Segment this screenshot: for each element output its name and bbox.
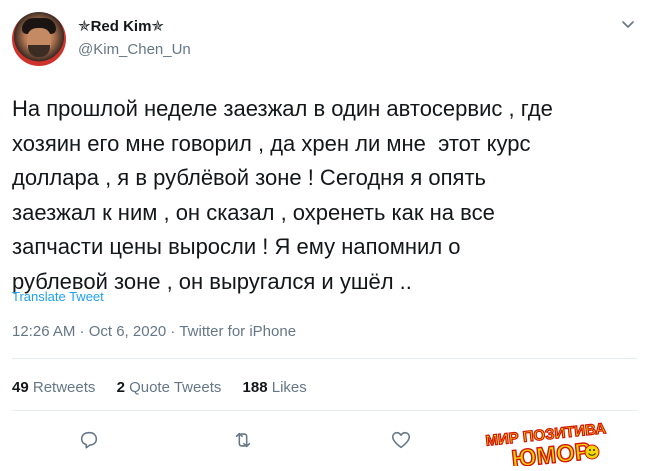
- retweets-stat[interactable]: 49 Retweets: [12, 379, 95, 396]
- display-name[interactable]: ✯Red Kim✯: [78, 17, 164, 35]
- avatar[interactable]: [12, 12, 66, 66]
- divider: [12, 358, 637, 359]
- tweet-text: На прошлой неделе заезжал в один автосер…: [12, 96, 553, 294]
- quote-tweets-stat[interactable]: 2 Quote Tweets: [117, 379, 222, 396]
- smiley-icon: [584, 444, 600, 460]
- avatar-beard: [28, 45, 50, 57]
- translate-tweet-link[interactable]: Translate Tweet: [12, 289, 104, 304]
- retweet-icon[interactable]: [232, 429, 254, 451]
- likes-label: Likes: [271, 379, 307, 396]
- retweets-label: Retweets: [32, 379, 96, 396]
- quote-tweets-count: 2: [116, 379, 125, 396]
- watermark-logo: МИР ПОЗИТИВА ЮМОР: [480, 416, 640, 471]
- reply-icon[interactable]: [78, 429, 100, 451]
- chevron-down-icon[interactable]: [620, 16, 636, 32]
- user-handle[interactable]: @Kim_Chen_Un: [78, 41, 191, 58]
- retweets-count: 49: [12, 379, 29, 396]
- heart-icon[interactable]: [390, 429, 412, 451]
- likes-stat[interactable]: 188 Likes: [243, 379, 307, 396]
- tweet-timestamp[interactable]: 12:26 AM · Oct 6, 2020 · Twitter for iPh…: [12, 323, 296, 340]
- divider: [12, 410, 637, 411]
- quote-tweets-label: Quote Tweets: [129, 379, 222, 396]
- tweet-stats: 49 Retweets 2 Quote Tweets 188 Likes: [12, 379, 324, 396]
- likes-count: 188: [242, 379, 268, 396]
